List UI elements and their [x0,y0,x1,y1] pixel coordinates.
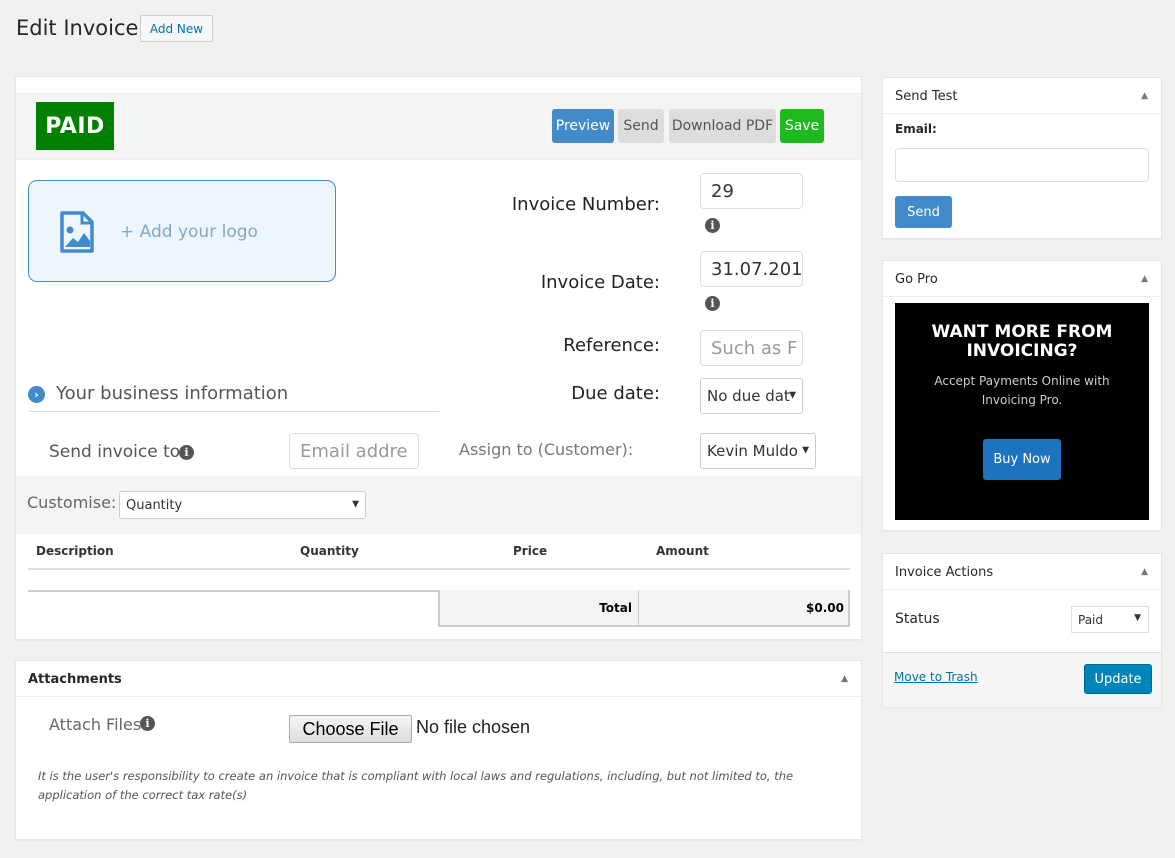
assign-customer-selected: Kevin Muldo [707,442,798,460]
invoice-date-input[interactable]: 31.07.201 [700,251,803,287]
send-test-title: Send Test [895,89,958,104]
test-email-input[interactable] [895,148,1149,182]
header-divider [28,568,850,570]
status-label: Status [895,611,940,627]
assign-customer-label: Assign to (Customer): [459,440,634,459]
collapse-arrow-icon[interactable]: ▲ [1141,274,1148,284]
info-icon[interactable]: i [140,716,155,731]
info-icon[interactable]: i [705,218,720,233]
business-info-label: Your business information [56,383,289,404]
business-info-toggle[interactable]: › Your business information [28,382,439,412]
paid-status-stamp: PAID [36,102,114,150]
attachments-title: Attachments [28,672,122,687]
add-new-button[interactable]: Add New [140,15,213,42]
invoice-actions-footer: Move to Trash Update [883,652,1161,707]
go-pro-title: Go Pro [895,272,938,287]
pro-promo-banner: WANT MORE FROM INVOICING? Accept Payment… [895,303,1149,520]
send-invoice-to-email-input[interactable]: Email addre [289,433,419,469]
go-pro-header[interactable]: Go Pro ▲ [883,261,1161,297]
invoice-number-input[interactable]: 29 [700,173,803,209]
no-file-chosen-text: No file chosen [416,717,531,737]
customise-selected: Quantity [126,497,183,513]
invoice-editor-panel: PAID Preview Send Download PDF Save + Ad… [15,76,862,640]
chevron-down-icon: ▼ [789,390,796,401]
invoice-actions-panel: Invoice Actions ▲ Status Paid ▼ Move to … [882,553,1162,707]
due-date-select[interactable]: No due dat ▼ [700,378,803,414]
customise-bar: Customise: Quantity ▼ [16,476,861,534]
preview-button[interactable]: Preview [552,109,614,143]
info-icon[interactable]: i [705,296,720,311]
add-logo-area[interactable]: + Add your logo [28,180,336,282]
compliance-disclaimer: It is the user's responsibility to creat… [38,769,794,802]
panel-top-strip [16,77,861,94]
total-label: Total [440,590,639,625]
reference-label: Reference: [563,335,660,356]
assign-customer-select[interactable]: Kevin Muldo ▼ [700,433,816,469]
status-selected: Paid [1078,612,1104,627]
send-test-header[interactable]: Send Test ▲ [883,78,1161,114]
page-title: Edit Invoice [16,16,139,40]
collapse-arrow-icon[interactable]: ▲ [841,674,848,684]
invoice-actions-header[interactable]: Invoice Actions ▲ [883,554,1161,590]
chevron-right-circle-icon: › [28,386,45,403]
invoice-actions-title: Invoice Actions [895,565,994,580]
attach-files-label: Attach Files [49,715,142,734]
collapse-arrow-icon[interactable]: ▲ [1141,91,1148,101]
chevron-down-icon: ▼ [352,499,359,510]
invoice-toolbar: PAID Preview Send Download PDF Save [16,94,861,160]
save-button[interactable]: Save [780,109,824,143]
send-test-panel: Send Test ▲ Email: Send [882,77,1162,239]
info-icon[interactable]: i [179,445,194,460]
image-file-icon [60,211,94,253]
status-select[interactable]: Paid ▼ [1071,606,1149,633]
send-invoice-to-label: Send invoice to: [49,442,186,462]
promo-subtext: Accept Payments Online with Invoicing Pr… [934,374,1110,407]
total-row: Total $0.00 [438,590,850,627]
attachments-header[interactable]: Attachments ▲ [16,661,861,697]
promo-headline: WANT MORE FROM INVOICING? [931,322,1113,361]
invoice-date-label: Invoice Date: [540,272,660,293]
due-date-label: Due date: [571,383,660,404]
column-header-amount: Amount [656,544,709,558]
total-value: $0.00 [806,600,844,615]
column-header-price: Price [513,544,548,558]
email-label: Email: [895,122,937,136]
chevron-down-icon: ▼ [1134,613,1141,623]
send-button[interactable]: Send [618,109,664,143]
reference-input[interactable]: Such as F [700,330,803,366]
move-to-trash-link[interactable]: Move to Trash [894,670,978,684]
customise-label: Customise: [27,493,117,512]
due-date-selected: No due dat [707,387,790,405]
go-pro-panel: Go Pro ▲ WANT MORE FROM INVOICING? Accep… [882,260,1162,531]
customise-select[interactable]: Quantity ▼ [119,491,366,519]
download-pdf-button[interactable]: Download PDF [669,109,776,143]
collapse-arrow-icon[interactable]: ▲ [1141,567,1148,577]
attachments-panel: Attachments ▲ Attach Files i Choose File… [15,660,862,840]
column-header-quantity: Quantity [300,544,359,558]
send-test-button[interactable]: Send [895,196,952,228]
column-header-description: Description [36,544,114,558]
update-button[interactable]: Update [1084,664,1152,694]
add-logo-label: + Add your logo [120,222,258,242]
choose-file-button[interactable]: Choose File [289,715,412,743]
invoice-number-label: Invoice Number: [511,194,660,215]
buy-now-button[interactable]: Buy Now [983,439,1061,480]
chevron-down-icon: ▼ [802,445,809,456]
